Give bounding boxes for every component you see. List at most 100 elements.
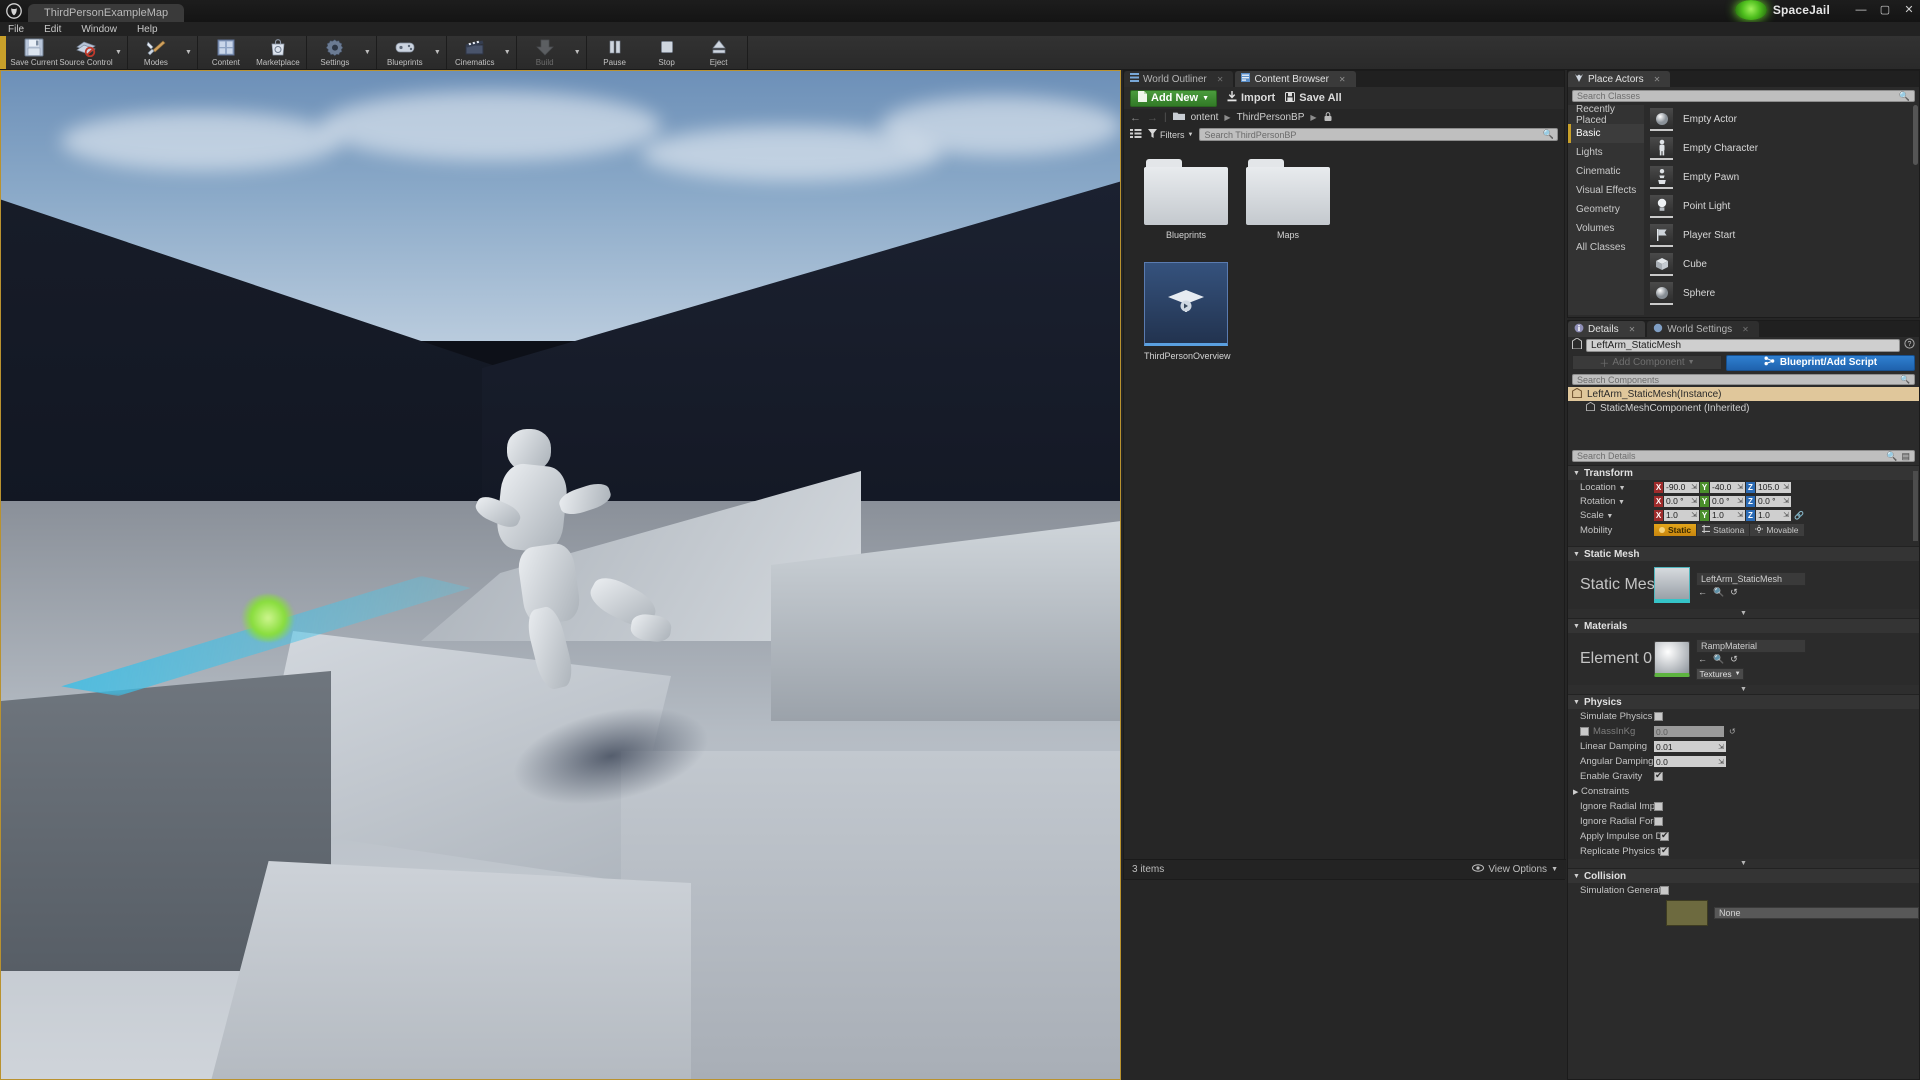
- reset-icon[interactable]: ↺: [1725, 727, 1736, 736]
- property-constraints[interactable]: ▶ Constraints: [1568, 784, 1919, 799]
- add-component-button[interactable]: ＋ Add Component ▼: [1572, 355, 1722, 370]
- scale-z-field[interactable]: 1.0 ⇲: [1756, 509, 1791, 521]
- stop-button[interactable]: Stop: [641, 36, 693, 69]
- lock-ratio-icon[interactable]: 🔗: [1792, 511, 1804, 520]
- level-viewport[interactable]: [0, 70, 1121, 1080]
- use-selected-icon[interactable]: ←: [1698, 654, 1707, 665]
- place-actor-sphere[interactable]: Sphere: [1650, 279, 1919, 308]
- ignore-radial-impulse-checkbox[interactable]: [1654, 802, 1663, 811]
- rotation-y-field[interactable]: 0.0 ° ⇲: [1710, 495, 1745, 507]
- build-caret-icon[interactable]: ▼: [571, 49, 584, 56]
- angular-damping-field[interactable]: 0.0 ⇲: [1654, 756, 1726, 767]
- place-actor-empty-character[interactable]: Empty Character: [1650, 134, 1919, 163]
- build-button[interactable]: Build: [519, 36, 571, 69]
- menu-item-help[interactable]: Help: [135, 24, 160, 35]
- modes-caret-icon[interactable]: ▼: [182, 49, 195, 56]
- modes-button[interactable]: Modes: [130, 36, 182, 69]
- textures-button[interactable]: Textures ▼: [1696, 667, 1744, 680]
- section-physics[interactable]: ▼ Physics: [1568, 694, 1919, 709]
- asset-item[interactable]: Maps: [1246, 159, 1330, 240]
- rotation-x-field[interactable]: 0.0 ° ⇲: [1664, 495, 1699, 507]
- category-basic[interactable]: Basic: [1568, 124, 1644, 143]
- breadcrumb-thirdpersonbp[interactable]: ThirdPersonBP: [1237, 112, 1305, 123]
- section-collision[interactable]: ▼ Collision: [1568, 868, 1919, 883]
- material-thumbnail[interactable]: [1654, 641, 1690, 677]
- place-actor-empty-actor[interactable]: Empty Actor: [1650, 105, 1919, 134]
- location-x-field[interactable]: -90.0 ⇲: [1664, 481, 1699, 493]
- mobility-movable-button[interactable]: Movable: [1750, 524, 1804, 536]
- place-actor-cube[interactable]: Cube: [1650, 250, 1919, 279]
- category-all-classes[interactable]: All Classes: [1568, 238, 1644, 257]
- section-static-mesh[interactable]: ▼ Static Mesh: [1568, 546, 1919, 561]
- close-icon[interactable]: ✕: [1217, 75, 1224, 84]
- static-mesh-thumbnail[interactable]: [1654, 567, 1690, 603]
- tab-world-outliner[interactable]: World Outliner ✕: [1124, 71, 1234, 87]
- import-button[interactable]: Import: [1227, 91, 1275, 105]
- menu-item-edit[interactable]: Edit: [42, 24, 63, 35]
- reset-icon[interactable]: ↺: [1730, 587, 1738, 598]
- forward-icon[interactable]: →: [1147, 112, 1158, 124]
- physics-expander[interactable]: ▼: [1568, 859, 1919, 868]
- save-current-button[interactable]: Save Current: [8, 36, 60, 69]
- scale-x-field[interactable]: 1.0 ⇲: [1664, 509, 1699, 521]
- view-options-button[interactable]: View Options ▼: [1472, 864, 1558, 875]
- tab-world-settings[interactable]: World Settings ✕: [1647, 321, 1759, 337]
- blueprint-add-script-button[interactable]: Blueprint/Add Script: [1726, 354, 1915, 371]
- blueprints-caret-icon[interactable]: ▼: [431, 49, 444, 56]
- source-control-caret-icon[interactable]: ▼: [112, 49, 125, 56]
- close-button[interactable]: ✕: [1902, 3, 1916, 16]
- maximize-button[interactable]: ▢: [1878, 3, 1892, 16]
- static-mesh-expander[interactable]: ▼: [1568, 609, 1919, 618]
- menu-item-file[interactable]: File: [6, 24, 26, 35]
- help-icon[interactable]: ?: [1904, 336, 1915, 354]
- close-icon[interactable]: ✕: [1654, 75, 1661, 84]
- category-visual-effects[interactable]: Visual Effects: [1568, 181, 1644, 200]
- marketplace-button[interactable]: Marketplace: [252, 36, 304, 69]
- chevron-down-icon[interactable]: ▼: [1618, 499, 1625, 506]
- breadcrumb-content[interactable]: ontent: [1191, 112, 1219, 123]
- pause-button[interactable]: Pause: [589, 36, 641, 69]
- close-icon[interactable]: ✕: [1339, 75, 1346, 84]
- blueprints-button[interactable]: Blueprints: [379, 36, 431, 69]
- materials-expander[interactable]: ▼: [1568, 685, 1919, 694]
- scale-y-field[interactable]: 1.0 ⇲: [1710, 509, 1745, 521]
- category-volumes[interactable]: Volumes: [1568, 219, 1644, 238]
- component-row[interactable]: StaticMeshComponent (Inherited): [1568, 401, 1919, 415]
- asset-item-selected[interactable]: ThirdPersonOverview: [1144, 262, 1231, 361]
- browse-icon[interactable]: 🔍: [1713, 587, 1724, 598]
- enable-gravity-checkbox[interactable]: [1654, 770, 1663, 781]
- cinematics-button[interactable]: Cinematics: [449, 36, 501, 69]
- chevron-down-icon[interactable]: ▼: [1619, 485, 1626, 492]
- source-control-button[interactable]: Source Control: [59, 36, 113, 69]
- place-actors-scrollbar[interactable]: [1913, 105, 1918, 165]
- location-z-field[interactable]: 105.0 ⇲: [1756, 481, 1791, 493]
- browse-icon[interactable]: 🔍: [1713, 654, 1724, 665]
- sources-toggle-icon[interactable]: [1130, 126, 1142, 144]
- ignore-radial-force-checkbox[interactable]: [1654, 817, 1663, 826]
- place-actor-point-light[interactable]: Point Light: [1650, 192, 1919, 221]
- category-geometry[interactable]: Geometry: [1568, 200, 1644, 219]
- category-lights[interactable]: Lights: [1568, 143, 1644, 162]
- lock-icon[interactable]: [1323, 111, 1333, 125]
- static-mesh-value[interactable]: LeftArm_StaticMesh: [1696, 572, 1806, 586]
- details-settings-icon[interactable]: ▤: [1901, 451, 1910, 462]
- filters-button[interactable]: Filters ▼: [1148, 129, 1193, 140]
- eject-button[interactable]: Eject: [693, 36, 745, 69]
- settings-button[interactable]: Settings: [309, 36, 361, 69]
- tab-content-browser[interactable]: Content Browser ✕: [1235, 71, 1356, 87]
- close-icon[interactable]: ✕: [1742, 325, 1749, 334]
- mass-override-checkbox[interactable]: [1580, 727, 1589, 736]
- back-icon[interactable]: ←: [1130, 112, 1141, 124]
- category-cinematic[interactable]: Cinematic: [1568, 162, 1644, 181]
- add-new-button[interactable]: Add New ▼: [1130, 89, 1217, 107]
- place-actor-player-start[interactable]: Player Start: [1650, 221, 1919, 250]
- place-actor-empty-pawn[interactable]: Empty Pawn: [1650, 163, 1919, 192]
- simulate-physics-checkbox[interactable]: [1654, 712, 1663, 721]
- simulation-generates-hit-checkbox[interactable]: [1660, 886, 1669, 895]
- tab-details[interactable]: Details ✕: [1568, 321, 1646, 337]
- use-selected-icon[interactable]: ←: [1698, 587, 1707, 598]
- component-search-input[interactable]: Search Components 🔍: [1572, 374, 1915, 385]
- close-icon[interactable]: ✕: [1629, 325, 1636, 334]
- asset-item[interactable]: Blueprints: [1144, 159, 1228, 240]
- cinematics-caret-icon[interactable]: ▼: [501, 49, 514, 56]
